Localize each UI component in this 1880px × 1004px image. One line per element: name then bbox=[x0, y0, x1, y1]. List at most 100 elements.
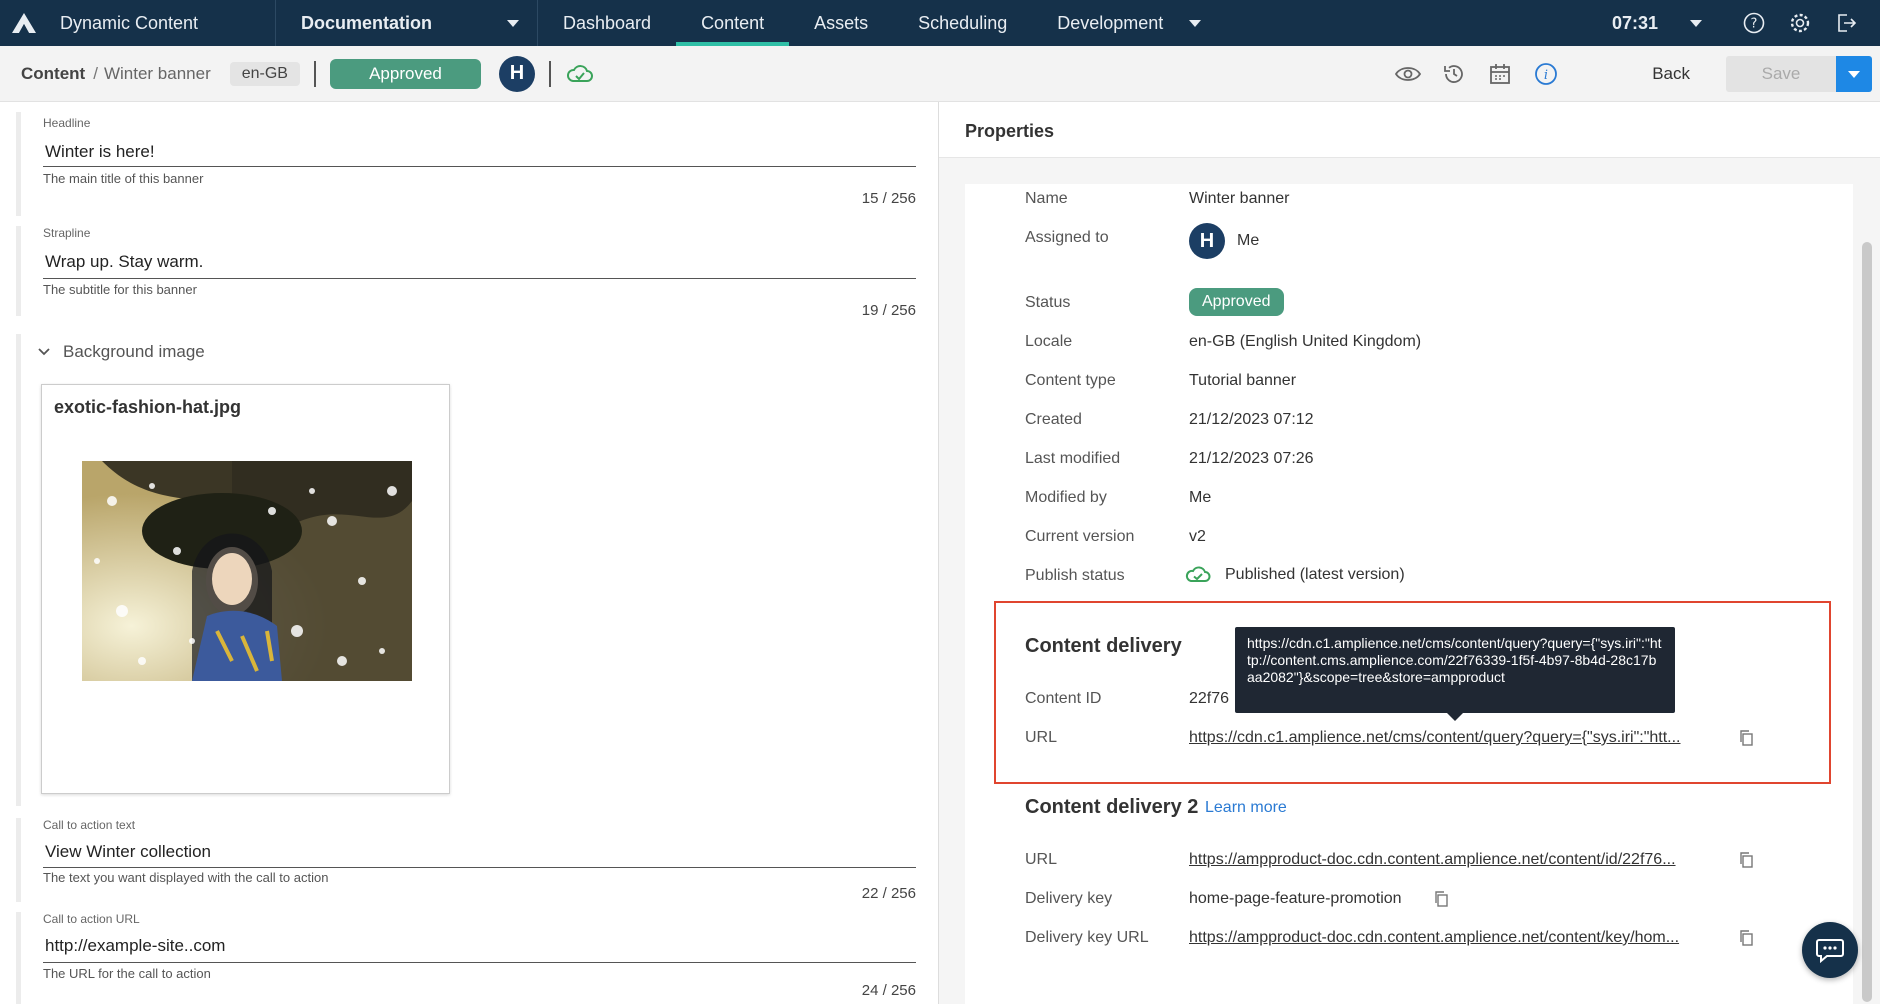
delivery-url-link[interactable]: https://cdn.c1.amplience.net/cms/content… bbox=[1189, 729, 1719, 747]
svg-text:?: ? bbox=[1751, 17, 1758, 32]
asset-card[interactable]: exotic-fashion-hat.jpg bbox=[41, 384, 450, 794]
properties-scrollbar[interactable] bbox=[1862, 242, 1872, 1002]
assigned-label: Assigned to bbox=[1025, 229, 1109, 246]
hub-selector[interactable]: Documentation bbox=[276, 13, 537, 34]
chat-bubble-icon bbox=[1816, 939, 1844, 963]
content-id-value: 22f76 bbox=[1189, 690, 1230, 707]
status-label: Status bbox=[1025, 294, 1071, 311]
copy-icon[interactable] bbox=[1739, 730, 1753, 746]
tab-dashboard[interactable]: Dashboard bbox=[538, 0, 676, 46]
background-image-title[interactable]: Background image bbox=[63, 342, 205, 362]
url-tooltip: https://cdn.c1.amplience.net/cms/content… bbox=[1235, 627, 1675, 721]
content-type-label: Content type bbox=[1025, 372, 1116, 389]
tab-content[interactable]: Content bbox=[676, 0, 790, 46]
headline-help: The main title of this banner bbox=[43, 171, 204, 186]
cta-text-underline bbox=[43, 867, 916, 868]
sign-out-icon[interactable] bbox=[1834, 11, 1858, 35]
delivery2-url-link[interactable]: https://ampproduct-doc.cdn.content.ampli… bbox=[1189, 851, 1719, 869]
chat-support-button[interactable] bbox=[1802, 922, 1858, 978]
asset-thumbnail bbox=[82, 461, 412, 681]
locale-value: en-GB (English United Kingdom) bbox=[1189, 333, 1422, 350]
cta-text-char-count: 22 / 256 bbox=[861, 885, 916, 902]
clock: 07:31 bbox=[1611, 12, 1658, 33]
app-name: Dynamic Content bbox=[60, 12, 199, 33]
modified-by-label: Modified by bbox=[1025, 489, 1107, 506]
current-version-label: Current version bbox=[1025, 528, 1135, 545]
properties-card bbox=[965, 184, 1853, 1004]
delivery-key-url-label: Delivery key URL bbox=[1025, 929, 1149, 946]
chevron-down-icon bbox=[1189, 19, 1202, 27]
avatar: H bbox=[1189, 223, 1225, 259]
headline-char-count: 15 / 256 bbox=[861, 190, 916, 207]
field-bar bbox=[16, 112, 21, 216]
clock-menu-chevron-icon[interactable] bbox=[1690, 19, 1702, 27]
name-label: Name bbox=[1025, 190, 1068, 207]
back-button[interactable]: Back bbox=[1652, 64, 1690, 84]
chevron-down-icon[interactable] bbox=[38, 346, 50, 358]
cloud-published-icon bbox=[1185, 566, 1211, 582]
content-id-label: Content ID bbox=[1025, 690, 1102, 707]
cta-url-char-count: 24 / 256 bbox=[861, 982, 916, 999]
publish-status-text: Published (latest version) bbox=[1225, 566, 1405, 583]
cta-text-input[interactable]: View Winter collection bbox=[45, 842, 211, 862]
delivery-key-url-link[interactable]: https://ampproduct-doc.cdn.content.ampli… bbox=[1189, 929, 1719, 947]
breadcrumb: Content / Winter banner bbox=[21, 64, 211, 84]
strapline-field: Strapline Wrap up. Stay warm. The subtit… bbox=[16, 226, 916, 319]
tab-assets[interactable]: Assets bbox=[789, 0, 893, 46]
breadcrumb-current: Winter banner bbox=[103, 63, 211, 83]
cta-url-input[interactable]: http://example-site..com bbox=[45, 936, 225, 956]
field-bar bbox=[16, 818, 21, 902]
chevron-down-icon bbox=[507, 19, 519, 27]
breadcrumb-content[interactable]: Content bbox=[21, 64, 85, 84]
hub-name: Documentation bbox=[301, 12, 433, 33]
delivery2-url-label: URL bbox=[1025, 851, 1058, 868]
headline-underline bbox=[43, 166, 916, 167]
cta-url-underline bbox=[43, 962, 916, 963]
created-value: 21/12/2023 07:12 bbox=[1189, 411, 1314, 428]
toolbar-divider bbox=[313, 60, 316, 87]
cta-url-help: The URL for the call to action bbox=[43, 966, 211, 981]
publish-status-value: Published (latest version) bbox=[1185, 565, 1405, 585]
assigned-value[interactable]: H Me bbox=[1189, 223, 1259, 259]
chevron-down-icon bbox=[1848, 70, 1860, 78]
headline-input[interactable]: Winter is here! bbox=[45, 142, 155, 162]
save-button[interactable]: Save bbox=[1726, 56, 1836, 92]
copy-icon[interactable] bbox=[1434, 891, 1448, 907]
publish-status-label: Publish status bbox=[1025, 567, 1125, 584]
last-modified-value: 21/12/2023 07:26 bbox=[1189, 450, 1314, 467]
delivery-key-value: home-page-feature-promotion bbox=[1189, 890, 1402, 907]
calendar-icon[interactable] bbox=[1486, 60, 1514, 88]
tab-development-label: Development bbox=[1057, 12, 1164, 33]
background-image-section: Background image exotic-fashion-hat.jpg bbox=[16, 334, 916, 806]
locale-chip[interactable]: en-GB bbox=[229, 61, 300, 86]
tab-development[interactable]: Development bbox=[1032, 0, 1226, 46]
amplience-logo-icon[interactable] bbox=[2, 0, 46, 46]
history-icon[interactable] bbox=[1440, 60, 1468, 88]
save-options-dropdown[interactable] bbox=[1836, 56, 1872, 92]
content-type-value: Tutorial banner bbox=[1189, 372, 1297, 389]
strapline-label: Strapline bbox=[43, 226, 91, 240]
copy-icon[interactable] bbox=[1739, 930, 1753, 946]
preview-eye-icon[interactable] bbox=[1394, 60, 1422, 88]
field-bar bbox=[16, 226, 21, 316]
info-icon[interactable]: i bbox=[1532, 60, 1560, 88]
strapline-input[interactable]: Wrap up. Stay warm. bbox=[45, 252, 203, 272]
learn-more-link[interactable]: Learn more bbox=[1205, 799, 1287, 817]
cloud-published-icon[interactable] bbox=[565, 60, 595, 88]
help-icon[interactable]: ? bbox=[1742, 11, 1766, 35]
strapline-char-count: 19 / 256 bbox=[861, 302, 916, 319]
copy-icon[interactable] bbox=[1739, 852, 1753, 868]
current-version-value: v2 bbox=[1189, 528, 1206, 545]
content-delivery-2-title: Content delivery 2 bbox=[1025, 796, 1199, 818]
locale-label: Locale bbox=[1025, 333, 1073, 350]
toolbar-divider bbox=[548, 60, 551, 87]
headline-field: Headline Winter is here! The main title … bbox=[16, 112, 916, 216]
toolbar-actions: i Back Save bbox=[1394, 46, 1880, 102]
tab-scheduling[interactable]: Scheduling bbox=[893, 0, 1032, 46]
content-toolbar: Content / Winter banner en-GB Approved H… bbox=[0, 46, 1880, 102]
gear-icon[interactable] bbox=[1788, 11, 1812, 35]
field-bar bbox=[16, 912, 21, 1004]
avatar[interactable]: H bbox=[498, 55, 535, 92]
delivery-url-label: URL bbox=[1025, 729, 1058, 746]
status-button[interactable]: Approved bbox=[329, 58, 481, 89]
